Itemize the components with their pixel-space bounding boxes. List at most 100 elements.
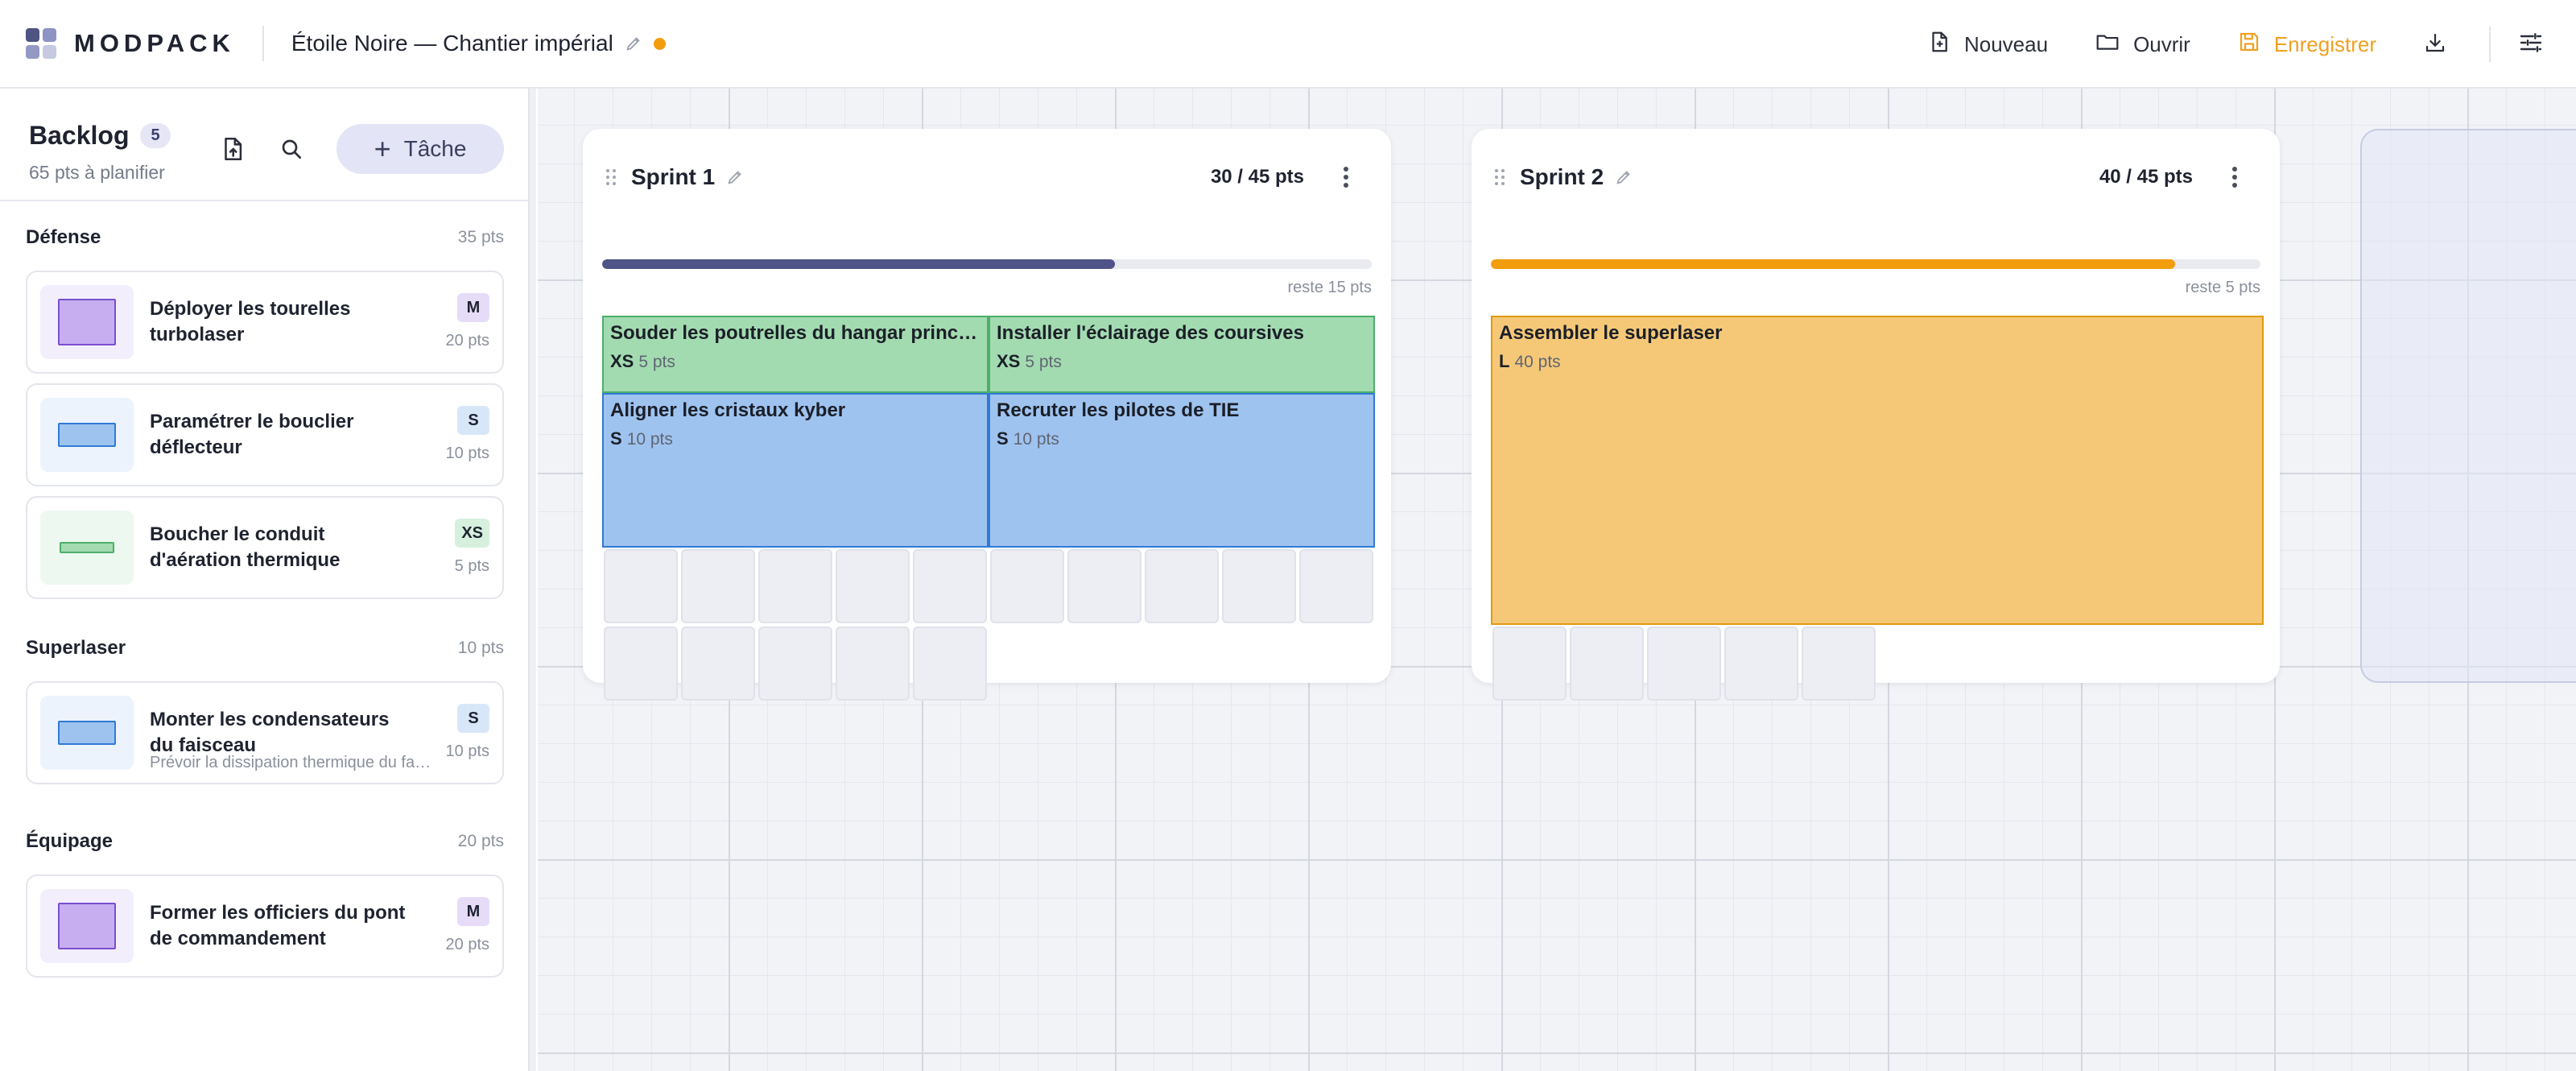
edit-sprint-icon[interactable]	[1615, 168, 1633, 186]
edit-title-icon[interactable]	[625, 35, 642, 52]
placed-task-name: Aligner les cristaux kyber	[610, 399, 846, 421]
download-icon	[2423, 31, 2447, 59]
placed-task-points: 10 pts	[626, 430, 673, 449]
placed-task-name: Installer l'éclairage des coursives	[997, 322, 1304, 344]
empty-slot[interactable]	[604, 549, 678, 623]
task-description: Prévoir la dissipation thermique du fais…	[150, 754, 431, 771]
task-card[interactable]: Monter les condensateurs du faisceau Prév…	[26, 681, 504, 784]
placed-task-points: 5 pts	[638, 353, 675, 371]
settings-button[interactable]	[2518, 30, 2544, 60]
logo-square	[26, 28, 39, 42]
capacity-progress-bar	[602, 259, 1372, 269]
empty-slot[interactable]	[758, 549, 832, 623]
logo-square	[43, 28, 56, 42]
task-card[interactable]: Boucher le conduit d'aération thermique X…	[26, 496, 504, 599]
more-options-icon[interactable]	[2231, 166, 2238, 188]
empty-slot[interactable]	[836, 626, 910, 701]
capacity-progress-fill	[1491, 259, 2175, 269]
group-header[interactable]: Défense 35 pts	[26, 225, 504, 250]
save-label: Enregistrer	[2273, 31, 2376, 56]
empty-slot[interactable]	[1299, 549, 1373, 623]
sprint-capacity: 30 / 45 pts	[1210, 166, 1304, 188]
empty-slot[interactable]	[1492, 626, 1567, 701]
empty-slot[interactable]	[1802, 626, 1876, 701]
backlog-title: Backlog	[29, 121, 130, 150]
group-name: Superlaser	[26, 637, 126, 659]
empty-slot[interactable]	[1724, 626, 1798, 701]
empty-slot[interactable]	[604, 626, 678, 701]
placed-task-meta: L 40 pts	[1499, 351, 2256, 372]
group-header[interactable]: Superlaser 10 pts	[26, 636, 504, 660]
empty-slot[interactable]	[1647, 626, 1721, 701]
project-title[interactable]: Étoile Noire — Chantier impérial	[291, 31, 613, 56]
placed-task-name: Recruter les pilotes de TIE	[997, 399, 1240, 421]
size-badge: S	[457, 704, 489, 733]
download-button[interactable]	[2423, 31, 2447, 59]
empty-slot[interactable]	[990, 549, 1064, 623]
empty-slot[interactable]	[758, 626, 832, 701]
new-button[interactable]: Nouveau	[1927, 30, 2048, 60]
task-card[interactable]: Déployer les tourelles turbolaser M 20 pts	[26, 271, 504, 374]
save-button[interactable]: Enregistrer	[2237, 30, 2376, 60]
task-shape-preview	[58, 721, 116, 745]
divider	[0, 200, 528, 201]
planning-canvas[interactable]: Sprint 1 30 / 45 pts reste 15 pts Souder le…	[538, 89, 2576, 1071]
task-points: 10 pts	[445, 742, 489, 760]
backlog-count-badge: 5	[140, 123, 171, 148]
task-points: 5 pts	[454, 557, 489, 575]
sprint-card: Sprint 2 40 / 45 pts reste 5 pts Assembler …	[1472, 129, 2280, 701]
empty-slot[interactable]	[1570, 626, 1644, 701]
open-button[interactable]: Ouvrir	[2095, 30, 2190, 60]
edit-sprint-icon[interactable]	[726, 168, 744, 186]
sprint-name[interactable]: Sprint 2	[1520, 164, 1604, 190]
placed-task[interactable]: Aligner les cristaux kyber S 10 pts	[602, 393, 989, 548]
placed-task[interactable]: Assembler le superlaser L 40 pts	[1491, 316, 2264, 625]
drag-handle-icon[interactable]	[1494, 167, 1505, 187]
empty-slot[interactable]	[913, 549, 987, 623]
placed-task-meta: XS 5 pts	[997, 351, 1367, 372]
search-icon[interactable]	[279, 136, 304, 162]
placed-task-name: Souder les poutrelles du hangar principa…	[610, 322, 980, 344]
drag-handle-icon[interactable]	[605, 167, 617, 187]
add-task-button[interactable]: + Tâche	[336, 124, 504, 174]
placed-task[interactable]: Recruter les pilotes de TIE S 10 pts	[989, 393, 1375, 548]
sprint-name[interactable]: Sprint 1	[631, 164, 715, 190]
import-icon[interactable]	[219, 135, 246, 163]
folder-icon	[2095, 30, 2133, 60]
new-label: Nouveau	[1963, 31, 2049, 56]
task-name: Former les officiers du pont de commande…	[150, 902, 406, 949]
empty-slot[interactable]	[1067, 549, 1141, 623]
remaining-points: reste 5 pts	[2185, 279, 2260, 296]
task-thumbnail	[40, 285, 134, 359]
task-card[interactable]: Paramétrer le bouclier déflecteur S 10 pts	[26, 383, 504, 486]
placed-task-meta: S 10 pts	[610, 428, 980, 449]
task-card[interactable]: Former les officiers du pont de commande…	[26, 875, 504, 978]
empty-slot[interactable]	[1145, 549, 1219, 623]
task-points: 20 pts	[445, 332, 489, 349]
plus-icon: +	[374, 132, 391, 165]
remaining-points: reste 15 pts	[1287, 279, 1372, 296]
placed-task-size: L	[1499, 351, 1510, 371]
empty-slot[interactable]	[681, 626, 755, 701]
size-badge: XS	[455, 519, 489, 548]
empty-slot[interactable]	[681, 549, 755, 623]
app-name: MODPACK	[74, 29, 235, 57]
new-sprint-placeholder[interactable]	[2360, 129, 2576, 683]
more-options-icon[interactable]	[1343, 166, 1349, 188]
placed-task-size: XS	[610, 351, 634, 371]
empty-slot[interactable]	[1222, 549, 1296, 623]
divider	[262, 26, 264, 61]
placed-task-size: S	[997, 428, 1009, 449]
task-shape-preview	[58, 903, 116, 949]
task-shape-preview	[58, 423, 116, 447]
add-task-label: Tâche	[403, 136, 467, 161]
placed-task-name: Assembler le superlaser	[1499, 322, 1723, 344]
save-icon	[2237, 30, 2274, 60]
group-header[interactable]: Équipage 20 pts	[26, 829, 504, 854]
placed-task[interactable]: Installer l'éclairage des coursives XS 5 p…	[989, 316, 1375, 393]
backlog-group: Défense 35 pts Déployer les tourelles turb…	[26, 225, 504, 599]
empty-slot[interactable]	[913, 626, 987, 701]
logo-icon	[26, 28, 56, 59]
placed-task[interactable]: Souder les poutrelles du hangar principa…	[602, 316, 989, 393]
empty-slot[interactable]	[836, 549, 910, 623]
